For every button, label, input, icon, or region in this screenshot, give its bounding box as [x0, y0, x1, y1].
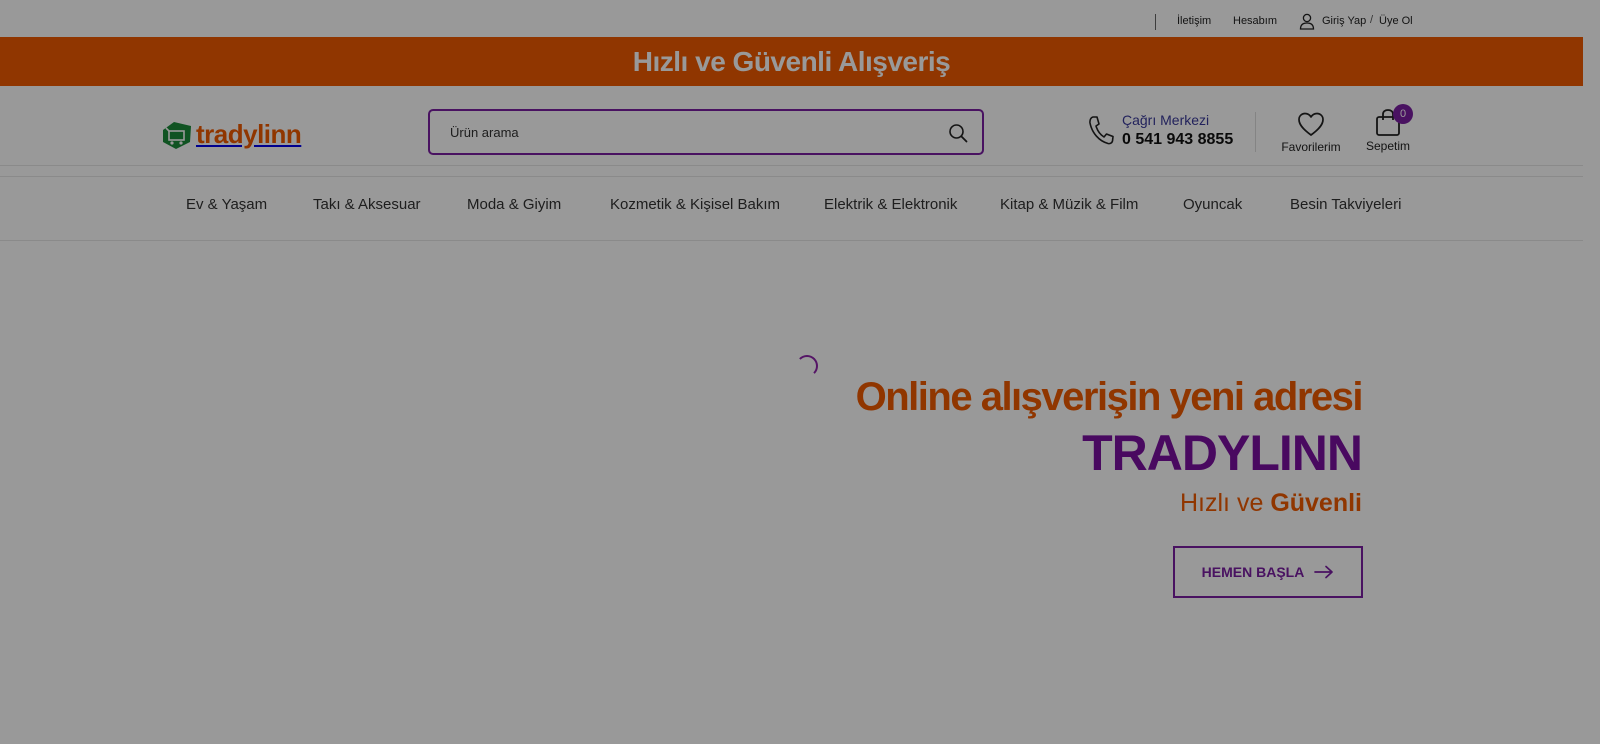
category-taki-aksesuar[interactable]: Takı & Aksesuar — [313, 196, 421, 213]
cart-button[interactable]: 0 Sepetim — [1362, 104, 1414, 153]
call-center-number[interactable]: 0 541 943 8855 — [1122, 131, 1233, 149]
site-header: tradylinn Çağrı Merkezi 0 541 943 8855 F… — [0, 86, 1583, 166]
favorites-button[interactable]: Favorilerim — [1280, 110, 1342, 154]
account-link[interactable]: Hesabım — [1233, 15, 1277, 27]
login-link[interactable]: Giriş Yap — [1322, 15, 1366, 27]
hero-subtitle: Hızlı ve Güvenli — [1180, 489, 1362, 518]
call-center-label: Çağrı Merkezi — [1122, 112, 1210, 128]
page: İletişim Hesabım Giriş Yap / Üye Ol Hızl… — [0, 0, 1583, 744]
start-now-button[interactable]: HEMEN BAŞLA — [1173, 546, 1363, 598]
hero-subtitle-plain: Hızlı ve — [1180, 489, 1264, 517]
register-link[interactable]: Üye Ol — [1379, 15, 1413, 27]
login-register-separator: / — [1370, 14, 1374, 26]
logo-text: tradylinn — [196, 119, 302, 149]
category-oyuncak[interactable]: Oyuncak — [1183, 196, 1242, 213]
hero-section: Online alışverişin yeni adresi TRADYLINN… — [0, 241, 1583, 744]
topbar-divider — [1155, 14, 1156, 30]
favorites-label: Favorilerim — [1281, 140, 1341, 154]
header-divider — [1255, 112, 1256, 152]
search-box — [428, 109, 984, 155]
category-besin-takviyeleri[interactable]: Besin Takviyeleri — [1290, 196, 1401, 213]
heart-icon — [1298, 112, 1324, 136]
cart-count-badge: 0 — [1393, 104, 1413, 124]
search-icon[interactable] — [948, 123, 968, 143]
hero-subtitle-bold: Güvenli — [1270, 489, 1362, 517]
search-input[interactable] — [450, 123, 930, 141]
shopping-cart-tag-icon — [163, 121, 191, 149]
announcement-text: Hızlı ve Güvenli Alışveriş — [632, 45, 951, 77]
cart-label: Sepetim — [1365, 139, 1411, 153]
hero-brand: TRADYLINN — [1082, 425, 1363, 481]
announcement-banner: Hızlı ve Güvenli Alışveriş — [0, 37, 1583, 86]
loading-spinner — [796, 355, 818, 377]
category-nav: Ev & Yaşam Takı & Aksesuar Moda & Giyim … — [0, 176, 1583, 241]
category-kitap-muzik-film[interactable]: Kitap & Müzik & Film — [1000, 196, 1138, 213]
category-elektronik[interactable]: Elektrik & Elektronik — [824, 196, 957, 213]
phone-icon — [1089, 116, 1114, 145]
category-kozmetik[interactable]: Kozmetik & Kişisel Bakım — [610, 196, 780, 213]
site-logo[interactable]: tradylinn — [160, 119, 302, 150]
user-icon[interactable] — [1299, 13, 1315, 30]
category-moda-giyim[interactable]: Moda & Giyim — [467, 196, 561, 213]
hero-title: Online alışverişin yeni adresi — [855, 375, 1364, 419]
top-utility-bar: İletişim Hesabım Giriş Yap / Üye Ol — [0, 0, 1583, 37]
start-now-label: HEMEN BAŞLA — [1201, 564, 1305, 580]
contact-link[interactable]: İletişim — [1177, 15, 1211, 27]
arrow-right-icon — [1314, 565, 1334, 579]
category-ev-yasam[interactable]: Ev & Yaşam — [186, 196, 267, 213]
